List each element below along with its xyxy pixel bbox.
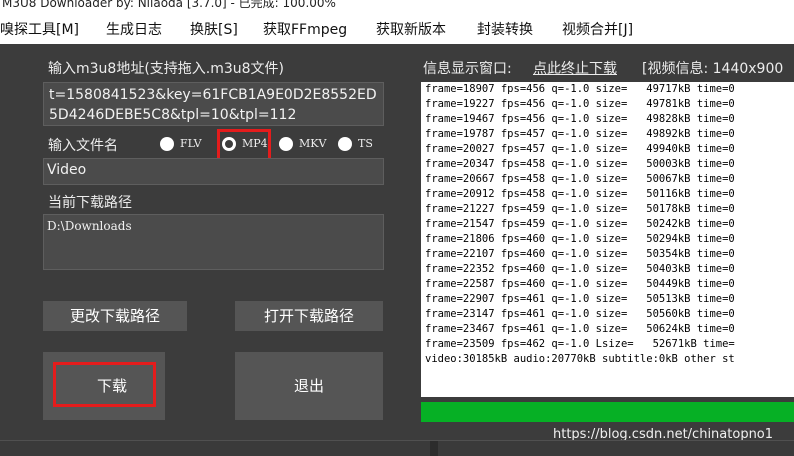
filename-input[interactable]: Video [43, 158, 384, 185]
console-line: frame=19227 fps=456 q=-1.0 size= 49781kB… [425, 98, 735, 110]
console-line: frame=20912 fps=458 q=-1.0 size= 50116kB… [425, 188, 735, 200]
menu-new-version[interactable]: 获取新版本 [376, 19, 446, 39]
exit-button[interactable]: 退出 [235, 352, 383, 420]
format-label-ts: TS [358, 137, 373, 150]
console-line: frame=22907 fps=461 q=-1.0 size= 50513kB… [425, 293, 735, 305]
radio-dot-icon [338, 137, 352, 151]
format-label-mkv: MKV [299, 137, 327, 150]
console-line: frame=20667 fps=458 q=-1.0 size= 50067kB… [425, 173, 735, 185]
bottom-divider [0, 440, 794, 456]
menu-sniff-tool[interactable]: 嗅探工具[M] [0, 19, 79, 39]
filename-label: 输入文件名 [48, 138, 118, 154]
video-info: [视频信息: 1440x900 [642, 61, 784, 77]
stop-download-link[interactable]: 点此终止下载 [533, 58, 617, 78]
progress-fill [421, 402, 794, 422]
console-line: frame=20027 fps=457 q=-1.0 size= 49940kB… [425, 143, 735, 155]
console-line: frame=23147 fps=461 q=-1.0 size= 50560kB… [425, 308, 735, 320]
info-console[interactable]: frame=18907 fps=456 q=-1.0 size= 49717kB… [421, 82, 794, 397]
info-label: 信息显示窗口: [423, 61, 512, 77]
console-line: frame=20347 fps=458 q=-1.0 size= 50003kB… [425, 158, 735, 170]
url-line-1: t=1580841523&key=61FCB1A9E0D2E8552ED [49, 87, 377, 103]
title-bar: M3U8 Downloader by: Nilaoda [3.7.0] - 已完… [0, 0, 794, 10]
radio-dot-icon [160, 137, 174, 151]
console-line: frame=19787 fps=457 q=-1.0 size= 49892kB… [425, 128, 735, 140]
console-line: frame=21806 fps=460 q=-1.0 size= 50294kB… [425, 233, 735, 245]
console-line: video:30185kB audio:20770kB subtitle:0kB… [425, 353, 735, 365]
filename-value: Video [47, 162, 87, 178]
menu-bar: 嗅探工具[M] 生成日志 换肤[S] 获取FFmpeg 获取新版本 封装转换 视… [0, 10, 794, 44]
url-input[interactable]: t=1580841523&key=61FCB1A9E0D2E8552ED 5D4… [43, 82, 384, 126]
console-line: frame=18907 fps=456 q=-1.0 size= 49717kB… [425, 83, 735, 95]
divider-post [430, 441, 438, 456]
radio-dot-icon [279, 137, 293, 151]
menu-remux[interactable]: 封装转换 [477, 19, 533, 39]
download-highlight-box [53, 362, 156, 407]
menu-generate-log[interactable]: 生成日志 [106, 19, 162, 39]
menu-skin[interactable]: 换肤[S] [190, 19, 238, 39]
console-line: frame=21547 fps=459 q=-1.0 size= 50242kB… [425, 218, 735, 230]
menu-get-ffmpeg[interactable]: 获取FFmpeg [263, 19, 347, 39]
window-title: M3U8 Downloader by: Nilaoda [3.7.0] - 已完… [2, 0, 336, 10]
url-line-2: 5D4246DEBE5C8&tpl=10&tpl=112 [49, 107, 297, 123]
console-line: frame=22352 fps=460 q=-1.0 size= 50403kB… [425, 263, 735, 275]
console-line: frame=19467 fps=456 q=-1.0 size= 49828kB… [425, 113, 735, 125]
console-line: frame=23467 fps=461 q=-1.0 size= 50624kB… [425, 323, 735, 335]
console-line: frame=22587 fps=460 q=-1.0 size= 50449kB… [425, 278, 735, 290]
console-lines: frame=18907 fps=456 q=-1.0 size= 49717kB… [421, 82, 794, 367]
console-line: frame=22107 fps=460 q=-1.0 size= 50354kB… [425, 248, 735, 260]
menu-video-merge[interactable]: 视频合并[J] [562, 19, 633, 39]
console-line: frame=23509 fps=462 q=-1.0 Lsize= 52671k… [425, 338, 735, 350]
path-value: D:\Downloads [47, 219, 132, 233]
change-path-button[interactable]: 更改下载路径 [43, 301, 187, 331]
format-label-flv: FLV [180, 137, 202, 150]
console-line: frame=21227 fps=459 q=-1.0 size= 50178kB… [425, 203, 735, 215]
open-path-button[interactable]: 打开下载路径 [235, 301, 383, 331]
progress-bar [421, 402, 794, 422]
path-label: 当前下载路径 [48, 195, 132, 211]
url-label: 输入m3u8地址(支持拖入.m3u8文件) [48, 61, 285, 77]
path-input[interactable]: D:\Downloads [43, 214, 384, 270]
